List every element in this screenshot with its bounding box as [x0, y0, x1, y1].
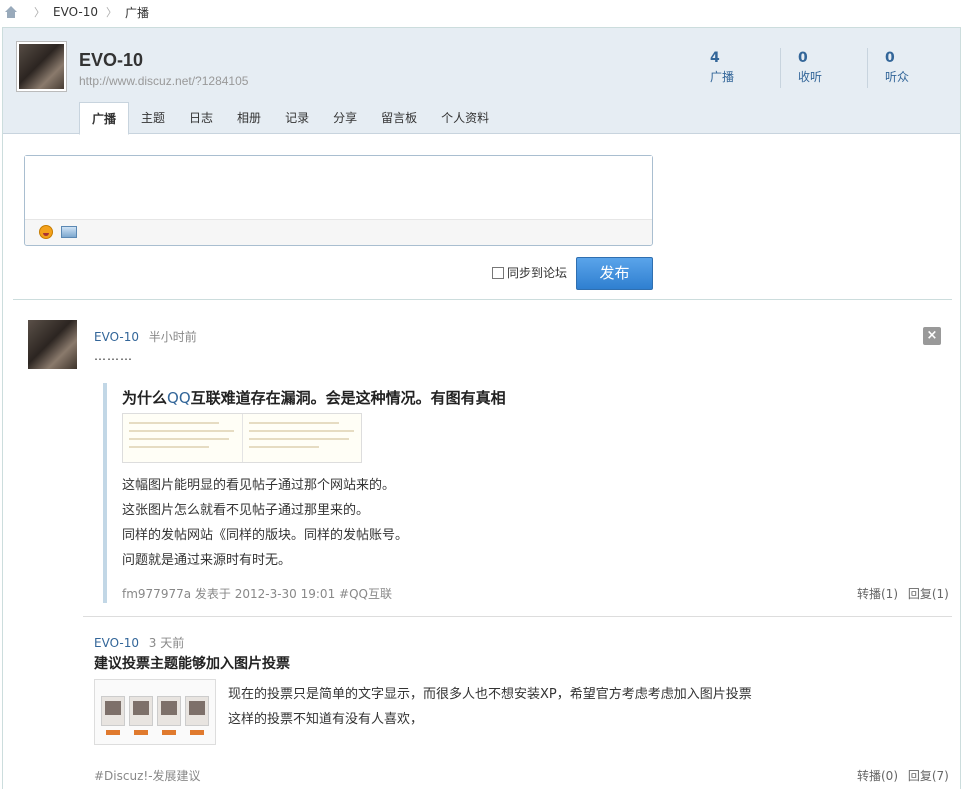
quoted-footer[interactable]: fm977977a 发表于 2012-3-30 19:01 #QQ互联 — [122, 585, 392, 602]
forward-link[interactable]: 转播(0) — [857, 769, 898, 783]
divider — [13, 299, 952, 300]
sync-label: 同步到论坛 — [507, 266, 568, 280]
quoted-line: 同样的发帖网站《同样的版块。同样的发帖账号。 — [122, 528, 409, 543]
breadcrumb-user[interactable]: EVO-10 — [53, 5, 98, 19]
tab-album[interactable]: 相册 — [225, 102, 273, 134]
post-image-thumbnail[interactable] — [94, 679, 216, 745]
chevron-right-icon: 〉 — [105, 6, 117, 19]
profile-name[interactable]: EVO-10 — [79, 50, 143, 71]
quoted-line: 这幅图片能明显的看见帖子通过那个网站来的。 — [122, 478, 396, 493]
sync-to-forum[interactable]: 同步到论坛 — [492, 264, 567, 281]
breadcrumb-section: 广播 — [124, 5, 149, 20]
avatar[interactable] — [28, 320, 77, 369]
post-author[interactable]: EVO-10 — [94, 636, 139, 650]
post-body: 现在的投票只是简单的文字显示，而很多人也不想安装XP，希望官方考虑考虑加入图片投… — [228, 682, 752, 732]
breadcrumb: 〉 EVO-10 〉 广播 — [0, 0, 961, 24]
tab-profile[interactable]: 个人资料 — [429, 102, 501, 134]
chevron-right-icon: 〉 — [34, 6, 45, 19]
avatar[interactable] — [16, 41, 67, 92]
publish-button[interactable]: 发布 — [576, 257, 653, 290]
quoted-line: 问题就是通过来源时有时无。 — [122, 553, 292, 568]
quoted-title[interactable]: 为什么QQ互联难道存在漏洞。会是这种情况。有图有真相 — [122, 387, 506, 408]
post-actions: 转播(0) 回复(7) — [851, 767, 949, 784]
sync-checkbox[interactable] — [492, 266, 504, 279]
post-footer-tag[interactable]: #Discuz!-发展建议 — [94, 767, 201, 784]
quoted-title-post: 互联难道存在漏洞。会是这种情况。有图有真相 — [190, 389, 506, 407]
image-icon[interactable] — [61, 226, 77, 238]
tab-blog[interactable]: 日志 — [177, 102, 225, 134]
tab-guestbook[interactable]: 留言板 — [369, 102, 429, 134]
profile-tabs: 广播 主题 日志 相册 记录 分享 留言板 个人资料 — [79, 102, 501, 135]
post-title[interactable]: 建议投票主题能够加入图片投票 — [94, 653, 290, 673]
divider — [83, 616, 952, 617]
stat-followers-count: 0 — [885, 50, 895, 66]
post-meta: EVO-10 3 天前 — [94, 634, 184, 651]
stat-following-label: 收听 — [798, 70, 823, 84]
stat-following[interactable]: 0 收听 — [780, 48, 867, 88]
stat-broadcasts-count: 4 — [710, 50, 720, 66]
stat-followers[interactable]: 0 听众 — [867, 48, 954, 88]
profile-header: EVO-10 http://www.discuz.net/?1284105 4 … — [3, 28, 960, 135]
profile-stats: 4 广播 0 收听 0 听众 — [693, 48, 954, 88]
quoted-title-highlight: QQ — [167, 389, 191, 407]
composer-toolbar — [25, 219, 652, 245]
broadcast-input[interactable] — [25, 156, 652, 220]
quoted-body: 这幅图片能明显的看见帖子通过那个网站来的。 这张图片怎么就看不见帖子通过那里来的… — [122, 473, 408, 573]
post-author[interactable]: EVO-10 — [94, 330, 139, 344]
tab-records[interactable]: 记录 — [273, 102, 321, 134]
profile-frame: EVO-10 http://www.discuz.net/?1284105 4 … — [2, 27, 961, 789]
post-time: 半小时前 — [148, 330, 197, 344]
post-time: 3 天前 — [148, 636, 185, 650]
home-icon[interactable] — [4, 6, 18, 18]
profile-url[interactable]: http://www.discuz.net/?1284105 — [79, 74, 248, 88]
quoted-line: 这张图片怎么就看不见帖子通过那里来的。 — [122, 503, 370, 518]
reply-link[interactable]: 回复(1) — [908, 587, 949, 601]
tab-broadcast[interactable]: 广播 — [79, 102, 130, 135]
post-line: 现在的投票只是简单的文字显示，而很多人也不想安装XP，希望官方考虑考虑加入图片投… — [228, 687, 752, 702]
emoji-icon[interactable] — [39, 225, 53, 239]
post-line: 这样的投票不知道有没有人喜欢， — [228, 712, 424, 727]
stat-followers-label: 听众 — [885, 70, 910, 84]
tab-share[interactable]: 分享 — [321, 102, 369, 134]
quoted-title-pre: 为什么 — [122, 389, 168, 407]
tab-topics[interactable]: 主题 — [129, 102, 177, 134]
post-actions: 转播(1) 回复(1) — [851, 585, 949, 602]
post-image-thumbnail[interactable] — [122, 413, 362, 463]
close-icon[interactable]: × — [923, 327, 941, 345]
stat-broadcasts[interactable]: 4 广播 — [693, 48, 780, 88]
forward-link[interactable]: 转播(1) — [857, 587, 898, 601]
reply-link[interactable]: 回复(7) — [908, 769, 949, 783]
broadcast-composer — [24, 155, 653, 246]
post-text: ……… — [94, 349, 133, 363]
stat-broadcasts-label: 广播 — [710, 70, 735, 84]
post-meta: EVO-10 半小时前 — [94, 328, 197, 345]
stat-following-count: 0 — [798, 50, 808, 66]
